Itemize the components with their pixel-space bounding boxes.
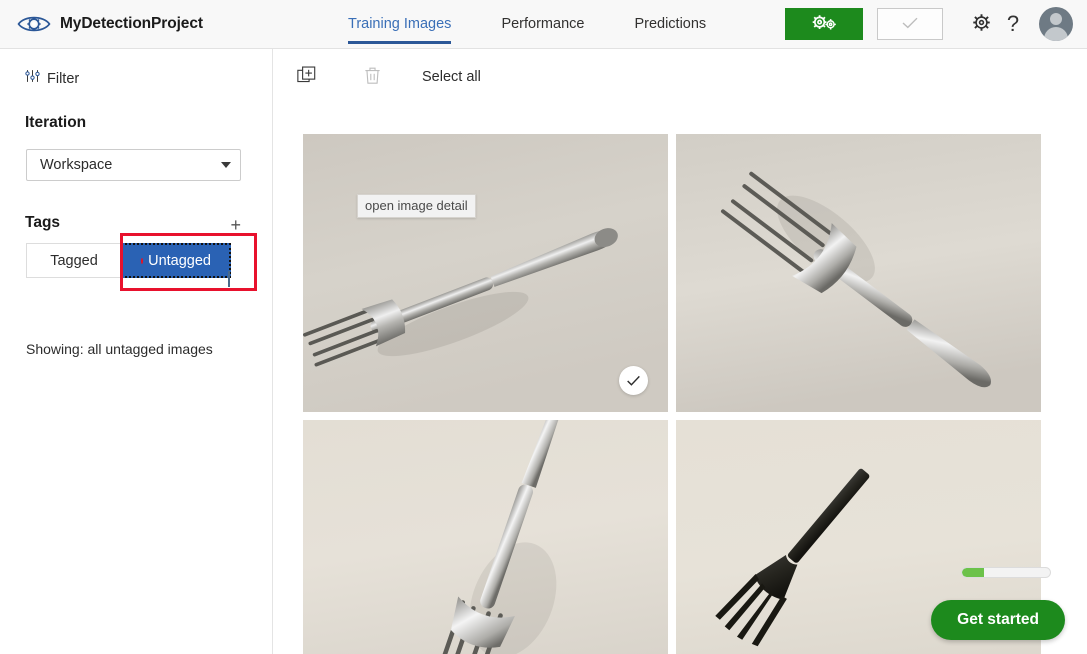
training-image-2 [676, 134, 1041, 412]
image-tile[interactable] [303, 420, 668, 654]
image-select-checkbox[interactable] [619, 366, 648, 395]
checkmark-icon [900, 16, 920, 33]
image-tooltip: open image detail [357, 194, 476, 218]
text-cursor-marker [228, 271, 230, 287]
iteration-dropdown[interactable]: Workspace [26, 149, 241, 181]
add-tag-icon[interactable]: + [230, 216, 241, 234]
training-image-3 [303, 420, 668, 654]
train-button[interactable] [785, 8, 863, 40]
filter-label: Filter [47, 70, 80, 87]
showing-text: Showing: all untagged images [26, 341, 213, 357]
tab-training-images-label: Training Images [348, 16, 452, 32]
chevron-down-icon [221, 162, 231, 168]
gear-icon [971, 12, 992, 36]
avatar-body [1044, 27, 1068, 41]
avatar[interactable] [1039, 7, 1073, 41]
tag-filter-untagged[interactable]: Untagged [121, 243, 231, 278]
main-nav-tabs: Training Images Performance Predictions [348, 0, 756, 48]
checkmark-icon [626, 375, 641, 387]
get-started-button[interactable]: Get started [931, 600, 1065, 640]
tab-training-images[interactable]: Training Images [348, 0, 452, 48]
iteration-dropdown-value: Workspace [40, 157, 113, 173]
tab-predictions-label: Predictions [634, 16, 707, 32]
training-image-1 [303, 134, 668, 412]
avatar-head [1050, 13, 1062, 25]
double-gear-icon [809, 13, 839, 36]
project-title: MyDetectionProject [60, 15, 203, 32]
onboarding-progress-bar [961, 567, 1051, 578]
help-button[interactable]: ? [997, 8, 1029, 40]
gallery-toolbar: Select all [274, 49, 1087, 105]
iteration-title: Iteration [25, 114, 87, 131]
untagged-status-dot [141, 257, 144, 264]
tab-predictions[interactable]: Predictions [634, 0, 706, 48]
question-mark-icon: ? [1006, 11, 1020, 36]
add-images-icon [296, 66, 316, 88]
eye-gear-logo-icon [12, 9, 56, 39]
sidebar: Filter Iteration Workspace Tags + Tagged… [0, 49, 273, 654]
content-area: Select all open image detail Get started [274, 49, 1087, 654]
tag-filter-toggle: Tagged Untagged [26, 243, 231, 278]
header-actions: ? [785, 0, 1087, 48]
sliders-icon [25, 69, 40, 88]
app-header: MyDetectionProject Training Images Perfo… [0, 0, 1087, 49]
brand: MyDetectionProject [12, 9, 203, 39]
add-images-button[interactable] [288, 59, 324, 95]
delete-button[interactable] [354, 59, 390, 95]
tab-performance-label: Performance [501, 16, 585, 32]
select-all-button[interactable]: Select all [422, 69, 481, 85]
image-tile[interactable]: open image detail [303, 134, 668, 412]
tag-filter-untagged-label: Untagged [148, 252, 211, 269]
image-tile[interactable] [676, 134, 1041, 412]
tab-performance[interactable]: Performance [501, 0, 584, 48]
filter-button[interactable]: Filter [25, 69, 105, 88]
onboarding-progress-fill [962, 568, 984, 577]
tags-header: Tags + [25, 214, 241, 234]
settings-button[interactable] [965, 8, 997, 40]
tag-filter-tagged-label: Tagged [50, 252, 98, 269]
tags-title: Tags [25, 214, 61, 231]
tag-filter-tagged[interactable]: Tagged [26, 243, 121, 278]
trash-icon [364, 66, 381, 88]
quick-test-button[interactable] [877, 8, 943, 40]
